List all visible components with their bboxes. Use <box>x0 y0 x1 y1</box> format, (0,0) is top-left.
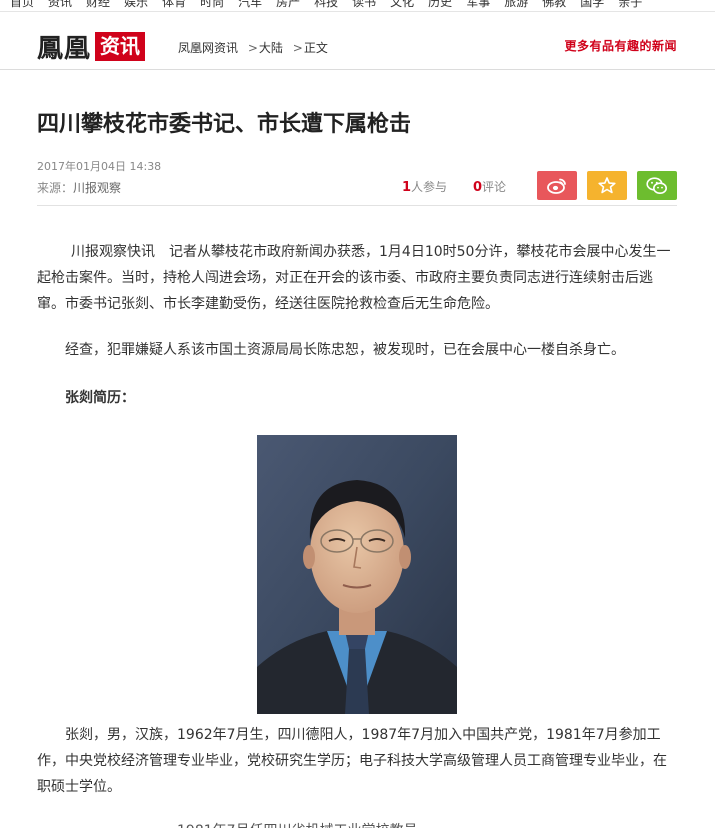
site-logo[interactable]: 鳳凰 资讯 <box>37 30 146 64</box>
breadcrumb-home[interactable]: 凤凰网资讯 <box>178 41 238 55</box>
comments-stat[interactable]: 0评论 <box>473 178 506 195</box>
top-navigation: 首页 资讯 财经 娱乐 体育 时尚 汽车 房产 科技 读书 文化 历史 军事 旅游 佛教 国学 亲子 <box>0 0 715 12</box>
participants-count: 1 <box>402 180 412 195</box>
top-nav-item[interactable]: 时尚 <box>200 0 224 9</box>
top-nav-item[interactable]: 资讯 <box>48 0 72 9</box>
top-nav-item[interactable]: 科技 <box>314 0 338 9</box>
participants-label: 人参与 <box>411 180 448 194</box>
top-nav-item[interactable]: 首页 <box>10 0 34 9</box>
top-nav-item[interactable]: 娱乐 <box>124 0 148 9</box>
breadcrumb-separator: > <box>292 41 303 55</box>
section-heading: 张剡简历： <box>65 390 135 406</box>
comments-count: 0 <box>473 180 483 195</box>
publish-datetime: 2017年01月04日 14:38 <box>37 160 162 173</box>
top-nav-item[interactable]: 佛教 <box>542 0 566 9</box>
breadcrumb-current: 正文 <box>303 41 328 55</box>
share-wechat-button[interactable] <box>637 171 677 200</box>
header-slogan[interactable]: 更多有品有趣的新闻 <box>564 37 677 54</box>
star-icon <box>598 177 616 194</box>
top-nav-item[interactable]: 历史 <box>428 0 452 9</box>
source-label: 来源： <box>37 181 74 195</box>
top-nav-item[interactable]: 财经 <box>86 0 110 9</box>
top-nav-item[interactable]: 文化 <box>390 0 414 9</box>
top-nav-item[interactable]: 汽车 <box>238 0 262 9</box>
article-paragraph: 张剡，男，汉族，1962年7月生，四川德阳人，1987年7月加入中国共产党，19… <box>37 727 667 795</box>
portrait-image <box>257 435 457 714</box>
article-title: 四川攀枝花市委书记、市长遭下属枪击 <box>37 111 412 137</box>
top-nav-item[interactable]: 军事 <box>466 0 490 9</box>
logo-text: 鳳凰 <box>37 33 92 64</box>
favorite-button[interactable] <box>587 171 627 200</box>
article-paragraph: 经查，犯罪嫌疑人系该市国土资源局局长陈忠恕，被发现时，已在会展中心一楼自杀身亡。 <box>65 342 625 358</box>
meta-divider <box>37 205 677 206</box>
article-source: 来源：川报观察 <box>37 179 121 196</box>
portrait-photo <box>257 435 457 714</box>
participants-stat[interactable]: 1人参与 <box>402 178 447 195</box>
top-nav-item[interactable]: 旅游 <box>504 0 528 9</box>
top-nav-item[interactable]: 亲子 <box>618 0 642 9</box>
top-nav-item[interactable]: 国学 <box>580 0 604 9</box>
logo-badge: 资讯 <box>95 31 146 61</box>
share-weibo-button[interactable] <box>537 171 577 200</box>
article-paragraph: 1981年7月任四川省机械工业学校教员 <box>37 818 679 828</box>
breadcrumb: 凤凰网资讯 >大陆 >正文 <box>178 39 328 56</box>
weibo-icon <box>547 178 566 194</box>
site-header: 鳳凰 资讯 凤凰网资讯 >大陆 >正文 更多有品有趣的新闻 <box>0 12 715 70</box>
article-paragraph: 川报观察快讯 记者从攀枝花市政府新闻办获悉，1月4日10时50分许，攀枝花市会展… <box>37 244 671 312</box>
breadcrumb-mainland[interactable]: 大陆 <box>259 41 283 55</box>
breadcrumb-separator: > <box>247 41 258 55</box>
top-nav-item[interactable]: 读书 <box>352 0 376 9</box>
source-name[interactable]: 川报观察 <box>73 181 121 195</box>
wechat-icon <box>646 176 667 194</box>
top-nav-item[interactable]: 房产 <box>276 0 300 9</box>
top-nav-items: 首页 资讯 财经 娱乐 体育 时尚 汽车 房产 科技 读书 文化 历史 军事 旅游 佛教 国学 亲子 <box>10 0 656 10</box>
comments-label: 评论 <box>482 180 507 194</box>
top-nav-item[interactable]: 体育 <box>162 0 186 9</box>
